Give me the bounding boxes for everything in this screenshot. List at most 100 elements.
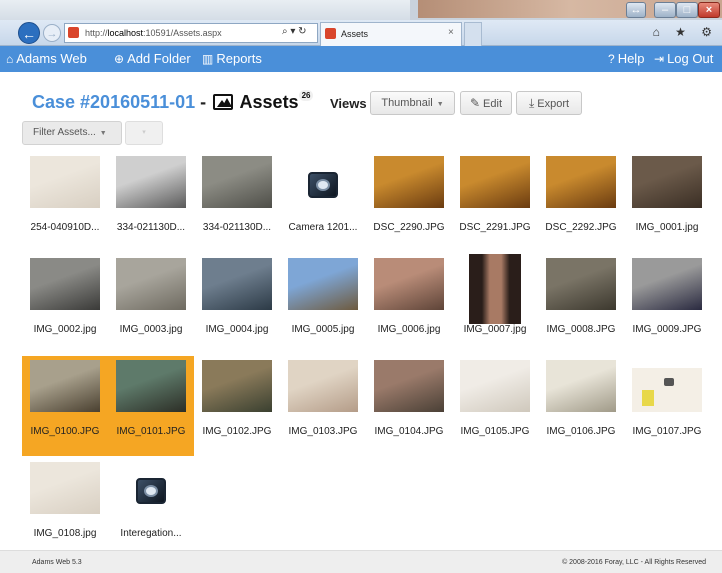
nav-home-link[interactable]: ⌂ Adams Web bbox=[6, 51, 87, 66]
asset-tile[interactable]: IMG_0009.JPG bbox=[624, 254, 710, 354]
browser-window: ↔ – □ × ← → http://localhost:10591/Asset… bbox=[0, 0, 722, 46]
asset-tile[interactable]: 334-021130D... bbox=[108, 152, 194, 252]
filter-assets-select[interactable]: Filter Assets... ▼ bbox=[22, 121, 122, 145]
nav-add-folder-link[interactable]: ⊕ Add Folder bbox=[114, 51, 191, 66]
asset-tile[interactable]: IMG_0104.JPG bbox=[366, 356, 452, 456]
nav-logout-link[interactable]: ⇥ Log Out bbox=[654, 51, 713, 66]
asset-thumbnail bbox=[116, 360, 186, 412]
main-content: Case #20160511-01 - Assets 26 Views Thumb… bbox=[0, 72, 722, 550]
logout-icon: ⇥ bbox=[654, 52, 665, 66]
views-label: Views bbox=[330, 96, 367, 111]
asset-label: IMG_0108.jpg bbox=[33, 528, 97, 539]
asset-tile[interactable]: IMG_0004.jpg bbox=[194, 254, 280, 354]
nav-add-folder-label: Add Folder bbox=[127, 51, 191, 66]
tab-favicon-icon bbox=[325, 28, 336, 39]
back-button[interactable]: ← bbox=[18, 22, 40, 44]
minimize-window-button[interactable]: – bbox=[654, 2, 676, 18]
asset-thumbnail bbox=[632, 156, 702, 208]
asset-tile[interactable]: Interegation... bbox=[108, 458, 194, 558]
asset-label: IMG_0004.jpg bbox=[205, 324, 269, 335]
asset-tile[interactable]: IMG_0105.JPG bbox=[452, 356, 538, 456]
asset-tile[interactable]: IMG_0007.jpg bbox=[452, 254, 538, 354]
view-mode-select[interactable]: Thumbnail ▼ bbox=[370, 91, 455, 115]
asset-label: IMG_0009.JPG bbox=[632, 324, 702, 335]
asset-count-badge: 26 bbox=[298, 90, 314, 101]
home-icon: ⌂ bbox=[6, 52, 14, 66]
asset-thumbnail bbox=[374, 360, 444, 412]
chevron-down-icon: ▼ bbox=[99, 130, 107, 137]
title-separator: - bbox=[200, 92, 207, 112]
asset-label: DSC_2292.JPG bbox=[545, 222, 617, 233]
maximize-window-button[interactable]: □ bbox=[676, 2, 698, 18]
asset-label: IMG_0003.jpg bbox=[119, 324, 183, 335]
asset-tile[interactable]: 254-040910D... bbox=[22, 152, 108, 252]
asset-label: IMG_0106.JPG bbox=[546, 426, 616, 437]
asset-tile[interactable]: DSC_2292.JPG bbox=[538, 152, 624, 252]
asset-thumbnail bbox=[632, 368, 702, 412]
asset-tile[interactable]: IMG_0106.JPG bbox=[538, 356, 624, 456]
nav-reports-label: Reports bbox=[216, 51, 262, 66]
download-icon: ⤓ bbox=[528, 96, 535, 110]
asset-tile[interactable]: IMG_0005.jpg bbox=[280, 254, 366, 354]
asset-tile[interactable]: IMG_0102.JPG bbox=[194, 356, 280, 456]
asset-thumbnail bbox=[546, 258, 616, 310]
asset-tile[interactable]: 334-021130D... bbox=[194, 152, 280, 252]
secondary-filter-select[interactable]: ▾ bbox=[125, 121, 163, 145]
browser-tab-assets[interactable]: Assets bbox=[320, 22, 462, 46]
site-favicon-icon bbox=[68, 27, 79, 38]
asset-thumbnail bbox=[30, 258, 100, 310]
footer: Adams Web 5.3 © 2008-2016 Foray, LLC - A… bbox=[0, 550, 722, 573]
asset-label: IMG_0007.jpg bbox=[463, 324, 527, 335]
asset-tile[interactable]: IMG_0001.jpg bbox=[624, 152, 710, 252]
asset-label: IMG_0100.JPG bbox=[30, 426, 100, 437]
chevron-down-icon: ▼ bbox=[436, 101, 444, 108]
asset-thumbnail bbox=[288, 360, 358, 412]
asset-tile[interactable]: DSC_2290.JPG bbox=[366, 152, 452, 252]
forward-button[interactable]: → bbox=[43, 24, 61, 42]
page-title: Case #20160511-01 - Assets 26 bbox=[32, 90, 314, 113]
asset-label: IMG_0104.JPG bbox=[374, 426, 444, 437]
close-window-button[interactable]: × bbox=[698, 2, 720, 18]
asset-tile[interactable]: IMG_0008.JPG bbox=[538, 254, 624, 354]
nav-help-link[interactable]: ? Help bbox=[608, 51, 644, 66]
asset-tile[interactable]: IMG_0003.jpg bbox=[108, 254, 194, 354]
asset-label: IMG_0102.JPG bbox=[202, 426, 272, 437]
asset-thumbnail bbox=[546, 156, 616, 208]
asset-label: IMG_0101.JPG bbox=[116, 426, 186, 437]
asset-tile[interactable]: IMG_0006.jpg bbox=[366, 254, 452, 354]
app-navbar: ⌂ Adams Web ⊕ Add Folder ▥ Reports ? Help ⇥ L… bbox=[0, 46, 722, 72]
asset-label: Camera 1201... bbox=[288, 222, 358, 233]
assets-heading: Assets bbox=[239, 92, 299, 112]
asset-tile[interactable]: IMG_0100.JPG bbox=[22, 356, 108, 456]
export-label: Export bbox=[537, 98, 570, 110]
image-icon bbox=[213, 94, 234, 110]
restore-window-button[interactable]: ↔ bbox=[626, 2, 646, 18]
asset-tile[interactable]: IMG_0103.JPG bbox=[280, 356, 366, 456]
asset-tile[interactable]: Camera 1201... bbox=[280, 152, 366, 252]
address-bar[interactable]: http://localhost:10591/Assets.aspx bbox=[64, 23, 318, 43]
browser-tools-icons[interactable]: ⌂ ★ ⚙ bbox=[653, 25, 718, 39]
asset-tile[interactable]: IMG_0002.jpg bbox=[22, 254, 108, 354]
asset-tile[interactable]: IMG_0107.JPG bbox=[624, 356, 710, 456]
edit-button[interactable]: ✎ Edit bbox=[460, 91, 512, 115]
bar-chart-icon: ▥ bbox=[202, 52, 214, 66]
nav-home-label: Adams Web bbox=[16, 51, 87, 66]
new-tab-button[interactable] bbox=[464, 22, 482, 46]
tab-close-icon[interactable]: × bbox=[448, 27, 454, 38]
asset-label: IMG_0005.jpg bbox=[291, 324, 355, 335]
nav-reports-link[interactable]: ▥ Reports bbox=[202, 51, 262, 66]
asset-tile[interactable]: DSC_2291.JPG bbox=[452, 152, 538, 252]
asset-thumbnail bbox=[202, 156, 272, 208]
export-button[interactable]: ⤓ Export bbox=[516, 91, 582, 115]
asset-thumbnail bbox=[116, 258, 186, 310]
asset-tile[interactable]: IMG_0108.jpg bbox=[22, 458, 108, 558]
address-tools-icons[interactable]: ⌕ ▾ ↻ bbox=[282, 26, 307, 37]
case-link[interactable]: Case #20160511-01 bbox=[32, 92, 195, 112]
asset-label: IMG_0103.JPG bbox=[288, 426, 358, 437]
asset-label: 254-040910D... bbox=[30, 222, 100, 233]
address-path: :10591/Assets.aspx bbox=[143, 28, 222, 38]
asset-label: IMG_0006.jpg bbox=[377, 324, 441, 335]
asset-thumbnail bbox=[116, 156, 186, 208]
filter-assets-label: Filter Assets... bbox=[33, 127, 96, 138]
asset-tile[interactable]: IMG_0101.JPG bbox=[108, 356, 194, 456]
